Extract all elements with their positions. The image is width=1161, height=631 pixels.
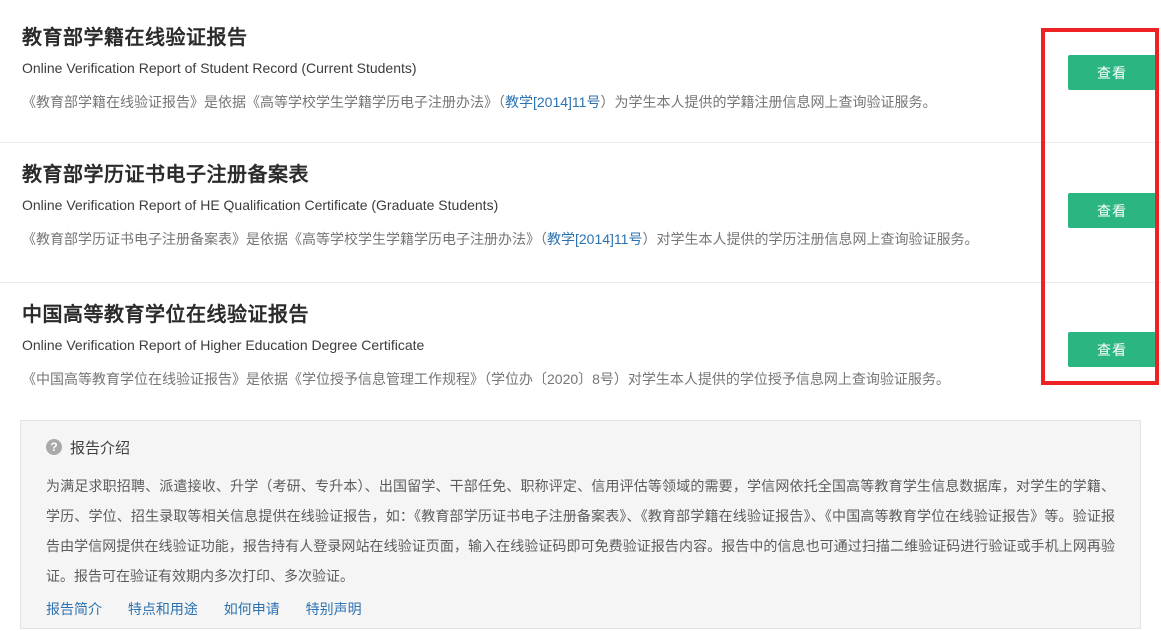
- report-title: 教育部学历证书电子注册备案表: [22, 163, 1161, 187]
- report-intro-box: ? 报告介绍 为满足求职招聘、派遣接收、升学（考研、专升本）、出国留学、干部任免…: [20, 420, 1141, 629]
- verification-reports-page: 教育部学籍在线验证报告 Online Verification Report o…: [0, 0, 1161, 631]
- desc-text: 《教育部学籍在线验证报告》是依据《高等学校学生学籍学历电子注册办法》（: [22, 94, 505, 110]
- info-box-links: 报告简介 特点和用途 如何申请 特别声明: [46, 599, 1115, 619]
- report-description: 《教育部学籍在线验证报告》是依据《高等学校学生学籍学历电子注册办法》（教学[20…: [22, 93, 1161, 112]
- info-box-paragraph: 为满足求职招聘、派遣接收、升学（考研、专升本）、出国留学、干部任免、职称评定、信…: [46, 471, 1115, 591]
- report-section-degree-certificate: 中国高等教育学位在线验证报告 Online Verification Repor…: [0, 283, 1161, 420]
- report-description: 《教育部学历证书电子注册备案表》是依据《高等学校学生学籍学历电子注册办法》（教学…: [22, 230, 1161, 249]
- view-button[interactable]: 查看: [1068, 193, 1156, 228]
- report-section-student-record: 教育部学籍在线验证报告 Online Verification Report o…: [0, 0, 1161, 143]
- info-box-header: ? 报告介绍: [46, 437, 1115, 457]
- view-button[interactable]: 查看: [1068, 55, 1156, 90]
- question-circle-icon: ?: [46, 439, 62, 455]
- report-title: 中国高等教育学位在线验证报告: [22, 303, 1161, 327]
- desc-text: ）为学生本人提供的学籍注册信息网上查询验证服务。: [600, 94, 936, 110]
- regulation-link[interactable]: 教学[2014]11号: [505, 94, 600, 110]
- report-subtitle-en: Online Verification Report of HE Qualifi…: [22, 196, 1161, 214]
- desc-text: 《中国高等教育学位在线验证报告》是依据《学位授予信息管理工作规程》（学位办〔20…: [22, 371, 950, 387]
- info-box-title: 报告介绍: [70, 437, 130, 458]
- link-report-intro[interactable]: 报告简介: [46, 601, 102, 617]
- report-title: 教育部学籍在线验证报告: [22, 26, 1161, 50]
- report-section-qualification-certificate: 教育部学历证书电子注册备案表 Online Verification Repor…: [0, 143, 1161, 283]
- report-subtitle-en: Online Verification Report of Higher Edu…: [22, 336, 1161, 354]
- desc-text: 《教育部学历证书电子注册备案表》是依据《高等学校学生学籍学历电子注册办法》（: [22, 231, 547, 247]
- link-special-statement[interactable]: 特别声明: [306, 601, 362, 617]
- link-features-uses[interactable]: 特点和用途: [128, 601, 198, 617]
- link-how-to-apply[interactable]: 如何申请: [224, 601, 280, 617]
- report-description: 《中国高等教育学位在线验证报告》是依据《学位授予信息管理工作规程》（学位办〔20…: [22, 370, 1161, 389]
- view-button[interactable]: 查看: [1068, 332, 1156, 367]
- desc-text: ）对学生本人提供的学历注册信息网上查询验证服务。: [642, 231, 978, 247]
- report-subtitle-en: Online Verification Report of Student Re…: [22, 59, 1161, 77]
- regulation-link[interactable]: 教学[2014]11号: [547, 231, 642, 247]
